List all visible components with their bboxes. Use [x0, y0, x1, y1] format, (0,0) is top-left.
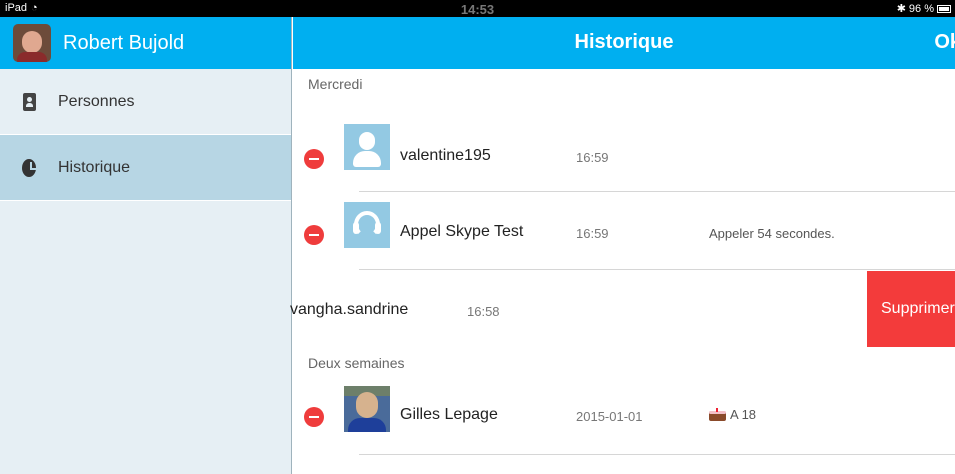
- section-header: Mercredi: [308, 76, 363, 92]
- sidebar-item-historique[interactable]: Historique: [0, 135, 291, 201]
- call-detail-text: Appeler 54 secondes.: [709, 226, 835, 241]
- call-date: 2015-01-01: [576, 409, 643, 424]
- contact-name: vangha.sandrine: [290, 301, 409, 318]
- sidebar-item-personnes[interactable]: Personnes: [0, 69, 291, 135]
- nav-bar: Historique Ok: [293, 17, 955, 69]
- user-avatar[interactable]: [13, 24, 51, 62]
- call-time: 16:59: [576, 226, 609, 241]
- row-divider: [359, 454, 955, 455]
- contact-avatar: [344, 124, 390, 170]
- section-header: Deux semaines: [308, 355, 405, 371]
- page-title: Historique: [574, 31, 674, 53]
- row-divider: [359, 269, 955, 270]
- delete-toggle-button[interactable]: [304, 149, 324, 169]
- call-time: 16:58: [467, 304, 500, 319]
- user-name: Robert Bujold: [63, 31, 185, 54]
- status-time: 14:53: [460, 2, 495, 17]
- profile-header[interactable]: Robert Bujold: [0, 17, 291, 69]
- sidebar-item-label: Personnes: [58, 92, 135, 110]
- row-divider: [359, 191, 955, 192]
- list-item[interactable]: Appel Skype Test 16:59 Appeler 54 second…: [293, 194, 955, 270]
- contact-name: Gilles Lepage: [400, 406, 498, 423]
- battery-icon: [937, 4, 951, 13]
- sidebar: Robert Bujold Personnes Historique: [0, 17, 292, 474]
- list-item[interactable]: valentine195 16:59: [293, 116, 955, 192]
- contact-name: valentine195: [400, 147, 491, 164]
- delete-button-label: Supprimer: [881, 300, 955, 317]
- main-panel: Historique Ok Mercredi valentine195 16:5…: [290, 17, 955, 474]
- ok-button[interactable]: Ok: [934, 31, 955, 54]
- contact-photo: [344, 386, 390, 432]
- sidebar-item-label: Historique: [58, 158, 131, 176]
- battery-percent: 96 %: [908, 2, 934, 15]
- headset-icon: [344, 202, 390, 248]
- contact-name: Appel Skype Test: [400, 223, 524, 240]
- bluetooth-icon: ✱: [896, 3, 906, 15]
- call-detail: Appeler 54 secondes.: [709, 226, 835, 241]
- status-bar: iPad ◔ 14:53 ✱ 96 %: [0, 0, 955, 17]
- birthday-text: A 18: [730, 407, 757, 422]
- delete-toggle-button[interactable]: [304, 225, 324, 245]
- status-right: ✱ 96 %: [897, 2, 951, 15]
- delete-toggle-button[interactable]: [304, 407, 324, 427]
- list-item-swiped[interactable]: vangha.sandrine 16:58 Supprimer: [290, 271, 955, 347]
- clock-icon: [22, 158, 36, 178]
- birthday-cake-icon: [709, 408, 726, 421]
- app: iPad ◔ 14:53 ✱ 96 % Robert Bujold Person…: [0, 0, 955, 474]
- list-item[interactable]: Gilles Lepage 2015-01-01 A 18: [293, 379, 955, 455]
- delete-button[interactable]: Supprimer: [867, 271, 955, 347]
- birthday-detail: A 18: [709, 407, 756, 422]
- call-time: 16:59: [576, 150, 609, 165]
- contacts-icon: [22, 92, 36, 112]
